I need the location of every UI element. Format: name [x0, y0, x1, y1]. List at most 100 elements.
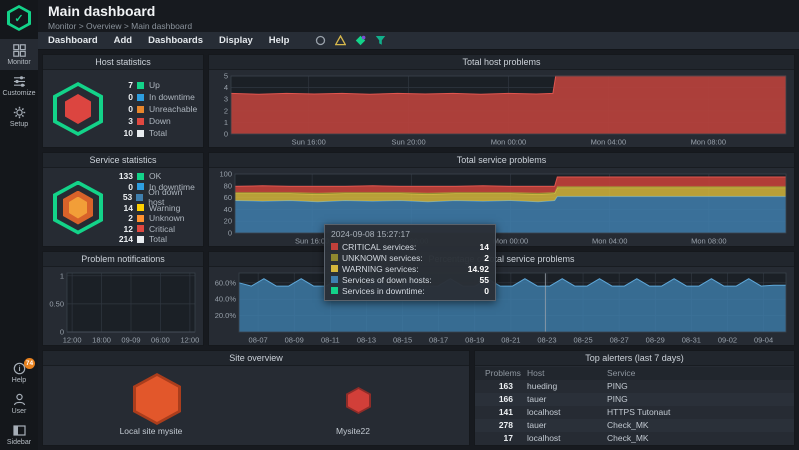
table-row[interactable]: 166tauerPING — [475, 393, 794, 406]
panel-title: Top alerters (last 7 days) — [475, 351, 794, 366]
host-hexagon[interactable] — [53, 82, 103, 136]
svg-text:08-27: 08-27 — [610, 336, 629, 345]
total-host-problems-panel: Total host problems Sun 16:00Sun 20:00Mo… — [208, 54, 795, 148]
service-stat-row[interactable]: 133OK — [111, 171, 199, 182]
tooltip-row: Services in downtime:0 — [331, 285, 489, 296]
series-color-chip — [331, 254, 338, 261]
panel-title: Service statistics — [43, 153, 203, 168]
monitor-icon — [13, 44, 26, 57]
series-color-chip — [331, 243, 338, 250]
status-color-chip — [137, 173, 144, 180]
panel-title: Host statistics — [43, 55, 203, 70]
service-stat-row[interactable]: 53On down host — [111, 192, 199, 203]
menu-add[interactable]: Add — [114, 35, 132, 46]
sidebar-item-user[interactable]: User — [0, 388, 38, 419]
sidebar-item-help[interactable]: 74 i Help — [0, 357, 38, 388]
svg-text:08-23: 08-23 — [537, 336, 556, 345]
menubar: Dashboard Add Dashboards Display Help — [38, 32, 799, 50]
svg-text:60: 60 — [224, 193, 232, 202]
dashboard-content: Host statistics 7Up 0In downtime 0Unreac… — [38, 50, 799, 450]
svg-text:i: i — [18, 364, 20, 373]
svg-text:0: 0 — [224, 130, 228, 139]
svg-text:Sun 20:00: Sun 20:00 — [391, 138, 425, 147]
host-statistics-panel: Host statistics 7Up 0In downtime 0Unreac… — [42, 54, 204, 148]
svg-text:40: 40 — [224, 205, 232, 214]
menu-dashboard[interactable]: Dashboard — [48, 35, 98, 46]
site-label[interactable]: Local site mysite — [91, 426, 211, 436]
graph-tooltip: 2024-09-08 15:27:17 CRITICAL services:14… — [324, 224, 496, 301]
service-stat-row[interactable]: 14Warning — [111, 202, 199, 213]
svg-text:08-11: 08-11 — [321, 336, 340, 345]
table-row[interactable]: 163huedingPING — [475, 380, 794, 393]
svg-text:08-29: 08-29 — [646, 336, 665, 345]
panel-title: Total service problems — [209, 153, 794, 168]
svg-text:09-09: 09-09 — [121, 336, 140, 345]
svg-text:80: 80 — [224, 181, 232, 190]
svg-text:Mon 08:00: Mon 08:00 — [691, 237, 726, 246]
service-hexagon[interactable] — [53, 181, 103, 235]
service-stat-row[interactable]: 214Total — [111, 234, 199, 245]
diamond-icon[interactable] — [355, 35, 366, 46]
host-stat-row[interactable]: 0In downtime — [111, 91, 199, 103]
svg-text:Mon 04:00: Mon 04:00 — [591, 138, 626, 147]
total-service-problems-panel: Total service problems Sun 16:00Sun 20:0… — [208, 152, 795, 247]
host-stat-row[interactable]: 10Total — [111, 127, 199, 139]
svg-text:06:00: 06:00 — [151, 336, 170, 345]
svg-text:5: 5 — [224, 72, 228, 81]
svg-text:1: 1 — [60, 271, 64, 280]
checkmk-logo[interactable]: ✓ — [7, 5, 31, 31]
table-header: Problems Host Service — [475, 367, 794, 380]
host-stat-row[interactable]: 7Up — [111, 79, 199, 91]
sidebar-item-customize[interactable]: Customize — [0, 70, 38, 101]
checkmk-logo-mark: ✓ — [7, 5, 31, 31]
svg-text:Sun 16:00: Sun 16:00 — [292, 138, 326, 147]
status-color-chip — [137, 236, 144, 243]
table-row[interactable]: 278tauerCheck_MK — [475, 419, 794, 432]
sidebar-item-sidebar-toggle[interactable]: Sidebar — [0, 419, 38, 450]
menubar-icons — [315, 35, 386, 46]
warning-triangle-icon[interactable] — [335, 35, 346, 46]
problem-notifications-panel: Problem notifications 12:0018:0009-0906:… — [42, 251, 204, 346]
table-row[interactable]: 141localhostHTTPS Tutonaut — [475, 406, 794, 419]
percentage-service-problems-panel: Percentage of total service problems 08-… — [208, 251, 795, 346]
problem-notifications-graph[interactable]: 12:0018:0009-0906:0012:0000.501 — [43, 268, 203, 345]
site-hexagon-mysite22[interactable] — [346, 387, 371, 414]
filter-icon[interactable] — [375, 35, 386, 46]
service-stat-row[interactable]: 2Unknown — [111, 213, 199, 224]
main-sidebar: ✓ Monitor Customize — [0, 0, 38, 450]
menu-display[interactable]: Display — [219, 35, 253, 46]
breadcrumb[interactable]: Monitor > Overview > Main dashboard — [48, 21, 192, 31]
help-badge: 74 — [24, 358, 35, 369]
svg-text:08-13: 08-13 — [357, 336, 376, 345]
sidebar-icon — [13, 424, 26, 437]
status-color-chip — [137, 225, 144, 232]
menu-dashboards[interactable]: Dashboards — [148, 35, 203, 46]
svg-text:18:00: 18:00 — [92, 336, 111, 345]
table-row[interactable]: 17localhostCheck_MK — [475, 432, 794, 445]
svg-text:Mon 08:00: Mon 08:00 — [691, 138, 726, 147]
status-color-chip — [137, 204, 144, 211]
menu-help[interactable]: Help — [269, 35, 290, 46]
percentage-service-problems-graph[interactable]: 08-0708-0908-1108-1308-1508-1708-1908-21… — [209, 268, 794, 345]
total-host-problems-graph[interactable]: Sun 16:00Sun 20:00Mon 00:00Mon 04:00Mon … — [209, 71, 794, 147]
sidebar-item-monitor[interactable]: Monitor — [0, 39, 38, 70]
host-stat-row[interactable]: 3Down — [111, 115, 199, 127]
svg-text:20: 20 — [224, 217, 232, 226]
page-title: Main dashboard — [48, 3, 155, 19]
tooltip-row: CRITICAL services:14 — [331, 241, 489, 252]
site-label[interactable]: Mysite22 — [293, 426, 413, 436]
svg-text:40.0%: 40.0% — [215, 295, 237, 304]
status-color-chip — [137, 118, 144, 125]
service-stat-row[interactable]: 12Critical — [111, 223, 199, 234]
circle-icon[interactable] — [315, 35, 326, 46]
panel-title: Percentage of total service problems — [209, 252, 794, 267]
service-stat-list: 133OK 0In downtime 53On down host 14Warn… — [111, 171, 199, 245]
total-service-problems-graph[interactable]: Sun 16:00Sun 20:00Mon 00:00Mon 04:00Mon … — [209, 169, 794, 246]
svg-text:1: 1 — [224, 118, 228, 127]
sidebar-item-setup[interactable]: Setup — [0, 101, 38, 132]
host-stat-row[interactable]: 0Unreachable — [111, 103, 199, 115]
site-hexagon-mysite[interactable] — [133, 373, 181, 425]
panel-title: Site overview — [43, 351, 469, 366]
status-color-chip — [137, 106, 144, 113]
svg-text:2: 2 — [224, 106, 228, 115]
